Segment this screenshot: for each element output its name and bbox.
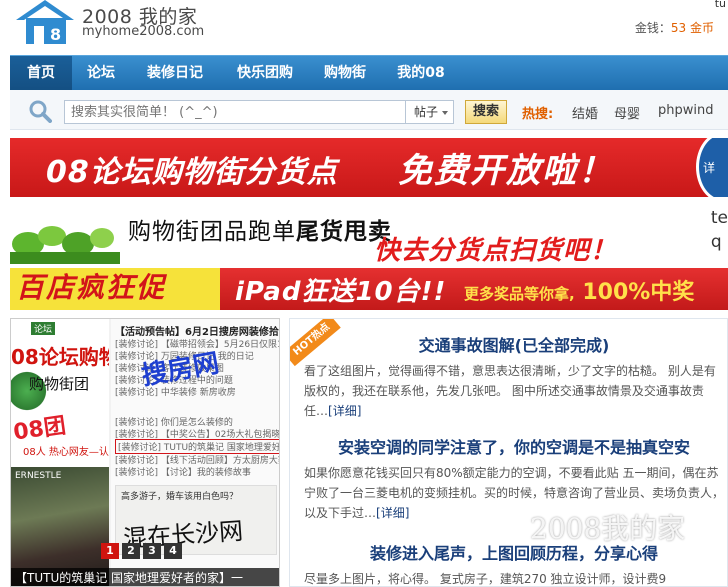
- banner2-main-text: 购物街团品跑单尾货甩卖: [128, 212, 392, 246]
- pager-page-3[interactable]: 3: [143, 543, 161, 559]
- search-type-value: 帖子: [414, 105, 439, 119]
- collage-mini-caption: 高多游子，婚车该用白色吗？: [121, 492, 239, 502]
- nav-forum[interactable]: 论坛: [76, 56, 126, 91]
- banner2-side-2: q: [710, 232, 722, 252]
- search-icon: [29, 100, 52, 123]
- banner1-left-text: 08论坛购物街分货点: [46, 155, 338, 190]
- banner3-mid-text: iPad狂送10台!!: [235, 277, 447, 307]
- banner-ipad-promo[interactable]: 百店疯狂促 iPad狂送10台!! 更多奖品等你拿, 100%中奖: [10, 268, 728, 310]
- collage-pager: 1 2 3 4: [101, 543, 182, 559]
- hot-word-phpwind[interactable]: phpwind: [658, 103, 713, 118]
- house-logo-icon: 8: [16, 0, 74, 44]
- banner1-right-text: 免费开放啦！: [398, 151, 614, 191]
- main-nav: 首页 论坛 装修日记 快乐团购 购物街 我的08: [10, 55, 728, 91]
- logo-url: myhome2008.com: [82, 24, 205, 39]
- pager-page-2[interactable]: 2: [122, 543, 140, 559]
- svg-text:8: 8: [50, 25, 61, 44]
- hot-posts-panel: HOT热点 交通事故图解(已全部完成) 看了这组图片，觉得画得不错，意思表达很清…: [289, 318, 728, 587]
- post-body: 看了这组图片，觉得画得不错，意思表达很清晰，少了文字的枯糙。 别人是有版权的，我…: [304, 361, 724, 421]
- collage-left-panel: 论坛 08论坛购物 购物街团 08团 08人 热心网友—认识08就在 ERNES…: [11, 319, 109, 586]
- collage-red-text: 08人 热心网友—认识08就在: [23, 447, 109, 458]
- collage-row-highlighted: [装修讨论] TUTU的筑巢记 国家地理爱好者的: [115, 439, 279, 454]
- collage-head: 【活动预告帖】6月2日搜房网装修拾品展: [115, 327, 279, 338]
- search-input[interactable]: [64, 100, 406, 124]
- coins-label: 金钱：: [634, 21, 671, 35]
- banner3-right-text: 更多奖品等你拿, 100%中奖: [464, 274, 694, 306]
- site-logo[interactable]: 8 2008 我的家 myhome2008.com: [14, 0, 214, 46]
- collage-photo-caption: ERNESTLE: [15, 471, 62, 481]
- post-body-text: 尽量多上图片，将心得。 复式房子，建筑270 独立设计师，设计费9: [304, 572, 667, 586]
- post-body: 尽量多上图片，将心得。 复式房子，建筑270 独立设计师，设计费9: [304, 569, 724, 586]
- banner-forum-shop[interactable]: 08论坛购物街分货点 免费开放啦！ 详: [10, 138, 728, 197]
- collage-row: [装修讨论] 【讨论】我的装修故事: [115, 468, 251, 478]
- banner-clearance[interactable]: 购物街团品跑单尾货甩卖 快去分货点扫货吧！ te q: [10, 200, 728, 264]
- featured-collage[interactable]: 论坛 08论坛购物 购物街团 08团 08人 热心网友—认识08就在 ERNES…: [10, 318, 280, 587]
- nav-home[interactable]: 首页: [10, 56, 72, 91]
- collage-street-text: 购物街团: [29, 375, 90, 393]
- site-watermark: 2008我的家: [530, 512, 686, 545]
- nav-my08[interactable]: 我的08: [390, 56, 452, 91]
- banner2-side-text: te q: [711, 206, 728, 254]
- banner2-side-1: te: [710, 208, 728, 228]
- banner2-main-a: 购物街团品跑单: [128, 219, 296, 245]
- banner3-right-small: 更多奖品等你拿,: [464, 285, 575, 303]
- search-button[interactable]: 搜索: [465, 100, 507, 124]
- banner3-right-big: 100%中奖: [582, 280, 695, 305]
- pager-page-4[interactable]: 4: [164, 543, 182, 559]
- post-title[interactable]: 安装空调的同学注意了，你的空调是不是抽真空安: [304, 437, 724, 459]
- hot-word-baby[interactable]: 母婴: [614, 103, 640, 122]
- hot-word-wedding[interactable]: 结婚: [572, 103, 598, 122]
- nav-renovation-diary[interactable]: 装修日记: [138, 56, 212, 91]
- hot-search-label: 热搜:: [522, 107, 554, 122]
- post-item: 装修进入尾声，上图回顾历程，分享心得 尽量多上图片，将心得。 复式房子，建筑27…: [304, 543, 724, 586]
- nav-group-buy[interactable]: 快乐团购: [228, 56, 302, 91]
- nav-shopping-street[interactable]: 购物街: [314, 56, 376, 91]
- coins-display: 金钱：53 金币: [635, 19, 714, 36]
- post-more-link[interactable]: [详细]: [376, 506, 409, 520]
- search-type-select[interactable]: 帖子: [406, 100, 454, 124]
- collage-big-text: 08论坛购物: [11, 345, 109, 369]
- coins-value[interactable]: 53 金币: [671, 21, 714, 35]
- banner3-yellow-text: 百店疯狂促: [10, 268, 220, 310]
- collage-caption[interactable]: 【TUTU的筑巢记 国家地理爱好者的家】一: [11, 568, 279, 586]
- post-title[interactable]: 交通事故图解(已全部完成): [304, 335, 724, 357]
- banner1-detail-badge[interactable]: 详: [696, 138, 728, 197]
- collage-tuan-text: 08团: [11, 413, 68, 446]
- collage-tag: 论坛: [31, 322, 56, 335]
- banner1-edge-text: 详: [703, 161, 716, 175]
- leaf-decoration-icon: [10, 226, 120, 264]
- chevron-down-icon: [442, 111, 448, 115]
- banner2-sub-text: 快去分货点扫货吧！: [374, 236, 618, 264]
- pager-page-1[interactable]: 1: [101, 543, 119, 559]
- search-bar: 帖子 搜索 热搜: 结婚 母婴 phpwind: [10, 90, 728, 130]
- user-name-link[interactable]: tu: [715, 0, 726, 10]
- post-more-link[interactable]: [详细]: [328, 404, 361, 418]
- post-body-text: 看了这组图片，觉得画得不错，意思表达很清晰，少了文字的枯糙。 别人是有版权的，我…: [304, 364, 716, 418]
- post-item: 交通事故图解(已全部完成) 看了这组图片，觉得画得不错，意思表达很清晰，少了文字…: [304, 335, 724, 421]
